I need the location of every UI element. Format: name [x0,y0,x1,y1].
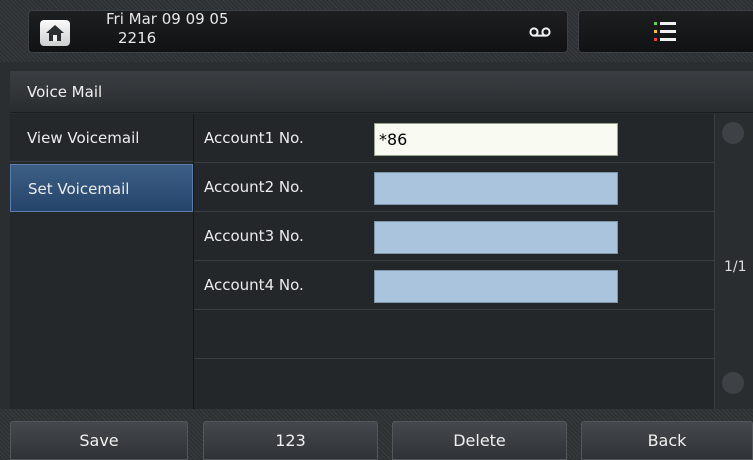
account2-row: Account2 No. [194,163,714,212]
account1-number-input[interactable]: *86 [374,123,618,156]
sidebar-item-set-voicemail[interactable]: Set Voicemail [10,164,193,212]
menu-list-icon[interactable] [654,21,676,43]
account4-number-input[interactable] [374,270,618,303]
page-title: Voice Mail [27,83,103,101]
account2-number-input[interactable] [374,172,618,205]
voicemail-icon[interactable] [529,27,551,37]
softkey-bar: Save 123 Delete Back [0,409,753,460]
extension-number: 2216 [118,29,157,47]
top-status-bar: Fri Mar 09 09 05 2216 [0,0,753,62]
input-mode-button[interactable]: 123 [203,421,378,460]
page-indicator: 1/1 [724,259,747,275]
date-time-display: Fri Mar 09 09 05 2216 [106,10,229,48]
account3-number-input[interactable] [374,221,618,254]
empty-row [194,359,714,408]
sidebar-item-label: View Voicemail [27,129,140,147]
empty-row [194,310,714,359]
sidebar-item-view-voicemail[interactable]: View Voicemail [10,114,193,162]
date-time-text: Fri Mar 09 09 05 [106,10,229,28]
account4-label: Account4 No. [204,276,304,294]
scrollbar[interactable]: 1/1 [714,114,753,409]
scroll-up-icon[interactable] [722,122,744,144]
scroll-down-icon[interactable] [722,372,744,394]
account1-row: Account1 No. *86 [194,114,714,163]
home-button[interactable] [40,20,70,46]
account3-label: Account3 No. [204,227,304,245]
sidebar-item-label: Set Voicemail [28,180,130,198]
save-button[interactable]: Save [10,421,188,460]
settings-list: Account1 No. *86 Account2 No. Account3 N… [194,114,714,409]
delete-button[interactable]: Delete [392,421,567,460]
account1-label: Account1 No. [204,129,304,147]
account3-row: Account3 No. [194,212,714,261]
account4-row: Account4 No. [194,261,714,310]
account2-label: Account2 No. [204,178,304,196]
title-bar: Voice Mail [10,71,753,113]
back-button[interactable]: Back [581,421,753,460]
sidebar: View Voicemail Set Voicemail [10,114,194,409]
home-icon [46,25,64,41]
